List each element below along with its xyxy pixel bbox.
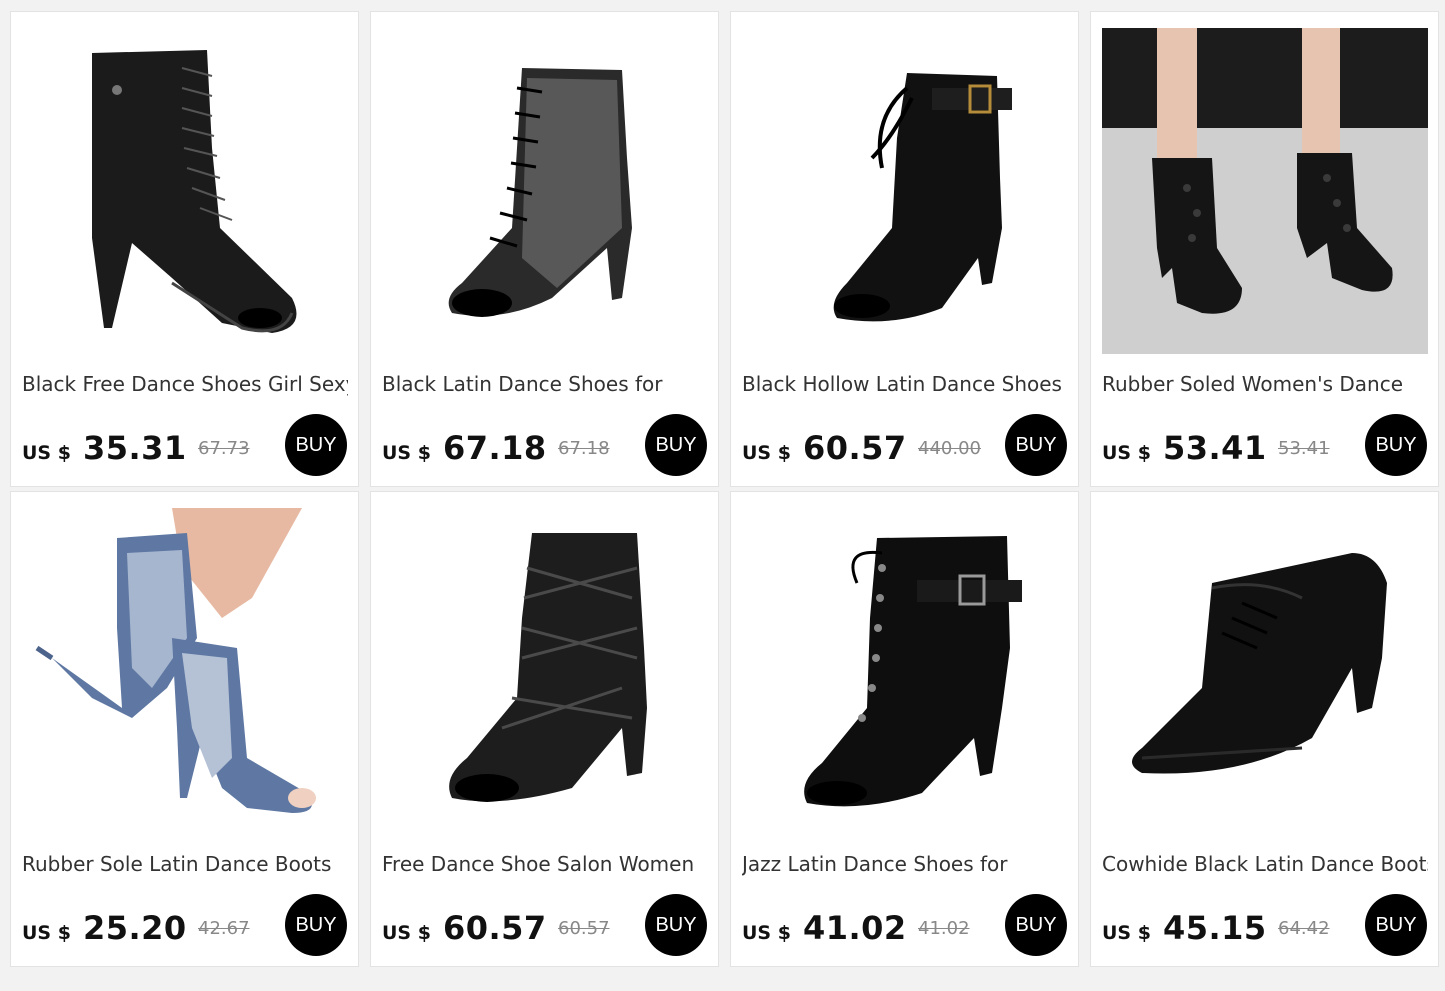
product-title[interactable]: Free Dance Shoe Salon Women — [382, 850, 708, 878]
sale-price: 25.20 — [82, 909, 187, 947]
original-price: 67.73 — [198, 438, 250, 459]
product-image[interactable] — [22, 508, 348, 834]
sale-price: 67.18 — [442, 429, 547, 467]
original-price: 67.18 — [558, 438, 610, 459]
sale-price: 35.31 — [82, 429, 187, 467]
buy-button[interactable]: BUY — [1365, 414, 1427, 476]
currency-label: US $ — [1102, 922, 1151, 944]
price-row: US $ 45.15 — [1102, 909, 1267, 947]
currency-label: US $ — [742, 922, 791, 944]
product-title[interactable]: Cowhide Black Latin Dance Boots — [1102, 850, 1428, 878]
original-price: 42.67 — [198, 918, 250, 939]
product-card[interactable]: Jazz Latin Dance Shoes for US $ 41.02 41… — [730, 491, 1079, 967]
original-price: 53.41 — [1278, 438, 1330, 459]
product-image[interactable] — [382, 28, 708, 354]
buy-button[interactable]: BUY — [645, 894, 707, 956]
buy-button[interactable]: BUY — [1005, 894, 1067, 956]
price-row: US $ 60.57 — [742, 429, 907, 467]
product-card[interactable]: Black Hollow Latin Dance Shoes US $ 60.5… — [730, 11, 1079, 487]
product-title[interactable]: Rubber Sole Latin Dance Boots — [22, 850, 348, 878]
currency-label: US $ — [1102, 442, 1151, 464]
price-row: US $ 41.02 — [742, 909, 907, 947]
product-card[interactable]: Rubber Soled Women's Dance US $ 53.41 53… — [1090, 11, 1439, 487]
price-row: US $ 67.18 — [382, 429, 547, 467]
original-price: 64.42 — [1278, 918, 1330, 939]
price-row: US $ 25.20 — [22, 909, 187, 947]
currency-label: US $ — [22, 442, 71, 464]
price-row: US $ 35.31 — [22, 429, 187, 467]
buy-button[interactable]: BUY — [645, 414, 707, 476]
buy-button[interactable]: BUY — [285, 414, 347, 476]
sale-price: 53.41 — [1162, 429, 1267, 467]
buy-button[interactable]: BUY — [285, 894, 347, 956]
product-title[interactable]: Black Free Dance Shoes Girl Sexy — [22, 370, 348, 398]
product-card[interactable]: Black Free Dance Shoes Girl Sexy US $ 35… — [10, 11, 359, 487]
product-image[interactable] — [382, 508, 708, 834]
product-title[interactable]: Black Latin Dance Shoes for — [382, 370, 708, 398]
currency-label: US $ — [742, 442, 791, 464]
product-card[interactable]: Free Dance Shoe Salon Women US $ 60.57 6… — [370, 491, 719, 967]
sale-price: 60.57 — [802, 429, 907, 467]
product-image[interactable] — [742, 28, 1068, 354]
sale-price: 45.15 — [1162, 909, 1267, 947]
currency-label: US $ — [22, 922, 71, 944]
sale-price: 41.02 — [802, 909, 907, 947]
product-title[interactable]: Jazz Latin Dance Shoes for — [742, 850, 1068, 878]
buy-button[interactable]: BUY — [1005, 414, 1067, 476]
original-price: 41.02 — [918, 918, 970, 939]
buy-button[interactable]: BUY — [1365, 894, 1427, 956]
product-image[interactable] — [1102, 28, 1428, 354]
product-title[interactable]: Rubber Soled Women's Dance — [1102, 370, 1428, 398]
product-image[interactable] — [22, 28, 348, 354]
product-card[interactable]: Rubber Sole Latin Dance Boots US $ 25.20… — [10, 491, 359, 967]
currency-label: US $ — [382, 442, 431, 464]
product-image[interactable] — [742, 508, 1068, 834]
product-title[interactable]: Black Hollow Latin Dance Shoes — [742, 370, 1068, 398]
price-row: US $ 53.41 — [1102, 429, 1267, 467]
sale-price: 60.57 — [442, 909, 547, 947]
currency-label: US $ — [382, 922, 431, 944]
original-price: 60.57 — [558, 918, 610, 939]
product-card[interactable]: Black Latin Dance Shoes for US $ 67.18 6… — [370, 11, 719, 487]
price-row: US $ 60.57 — [382, 909, 547, 947]
original-price: 440.00 — [918, 438, 981, 459]
product-grid: Black Free Dance Shoes Girl Sexy US $ 35… — [10, 11, 1439, 967]
product-image[interactable] — [1102, 508, 1428, 834]
product-card[interactable]: Cowhide Black Latin Dance Boots US $ 45.… — [1090, 491, 1439, 967]
